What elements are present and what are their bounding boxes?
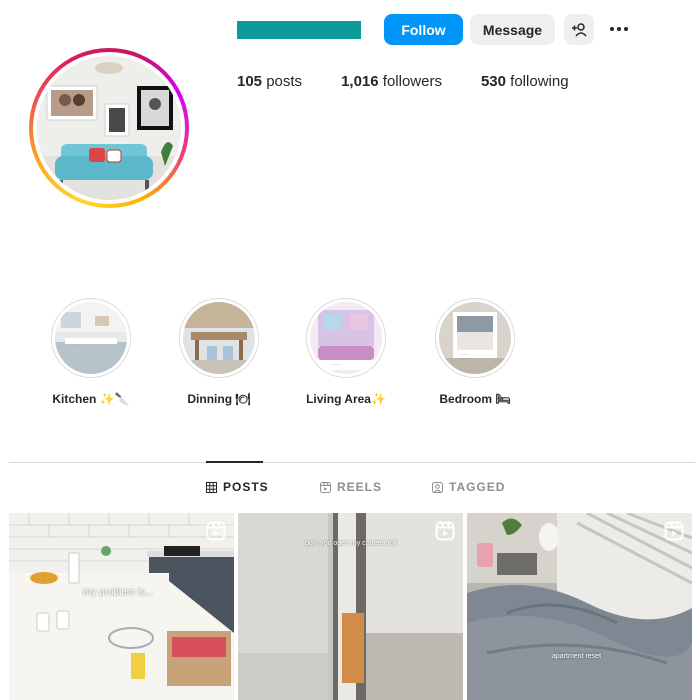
highlight-label: Dinning 🍽: [187, 392, 251, 406]
highlight-dinning[interactable]: Dinning 🍽: [178, 298, 260, 406]
highlight-cover: ·····: [439, 302, 511, 374]
post-caption: pov: you open my camera roll: [305, 540, 397, 547]
profile-avatar[interactable]: [29, 48, 189, 208]
post-caption: my problem is...: [83, 587, 154, 598]
more-options-button[interactable]: [606, 20, 632, 38]
highlight-label: Living Area✨: [306, 392, 386, 406]
svg-text:········: ········: [330, 362, 341, 367]
highlight-cover: ········: [310, 302, 382, 374]
post-tile[interactable]: apartment reset: [467, 513, 692, 700]
highlight-cover: [183, 302, 255, 374]
add-user-icon: [572, 22, 587, 37]
highlight-kitchen[interactable]: ····· Kitchen ✨🔪: [50, 298, 132, 406]
post-caption: apartment reset: [552, 653, 602, 660]
highlight-label: Bedroom 🛏: [439, 392, 511, 406]
svg-text:·····: ·····: [75, 348, 82, 353]
avatar-image: [37, 56, 181, 200]
post-tile[interactable]: pov: you open my camera roll: [238, 513, 463, 700]
svg-text:·····: ·····: [461, 352, 468, 357]
suggest-user-button[interactable]: [564, 14, 594, 45]
message-button[interactable]: Message: [470, 14, 555, 45]
follow-button[interactable]: Follow: [384, 14, 463, 45]
following-stat[interactable]: 530 following: [481, 73, 569, 90]
tabs-divider: [9, 462, 695, 463]
reels-icon: [320, 481, 331, 493]
grid-icon: [206, 481, 217, 493]
post-thumbnail: [9, 513, 234, 700]
highlight-living-area[interactable]: ········ Living Area✨: [305, 298, 387, 406]
active-tab-indicator: [206, 461, 263, 463]
profile-stats: 105 posts 1,016 followers 530 following: [237, 73, 608, 90]
posts-stat: 105 posts: [237, 73, 303, 90]
post-tile[interactable]: my problem is...: [9, 513, 234, 700]
tab-reels[interactable]: REELS: [320, 480, 382, 494]
reel-icon: [664, 521, 684, 541]
tagged-icon: [432, 481, 443, 493]
tab-posts[interactable]: POSTS: [206, 480, 269, 494]
reel-icon: [206, 521, 226, 541]
username-redacted: [237, 21, 361, 39]
highlight-bedroom[interactable]: ····· Bedroom 🛏: [434, 298, 516, 406]
post-thumbnail: [467, 513, 692, 700]
highlight-label: Kitchen ✨🔪: [52, 392, 130, 406]
followers-stat[interactable]: 1,016 followers: [341, 73, 442, 90]
highlight-cover: ·····: [55, 302, 127, 374]
reel-icon: [435, 521, 455, 541]
tab-tagged[interactable]: TAGGED: [432, 480, 505, 494]
